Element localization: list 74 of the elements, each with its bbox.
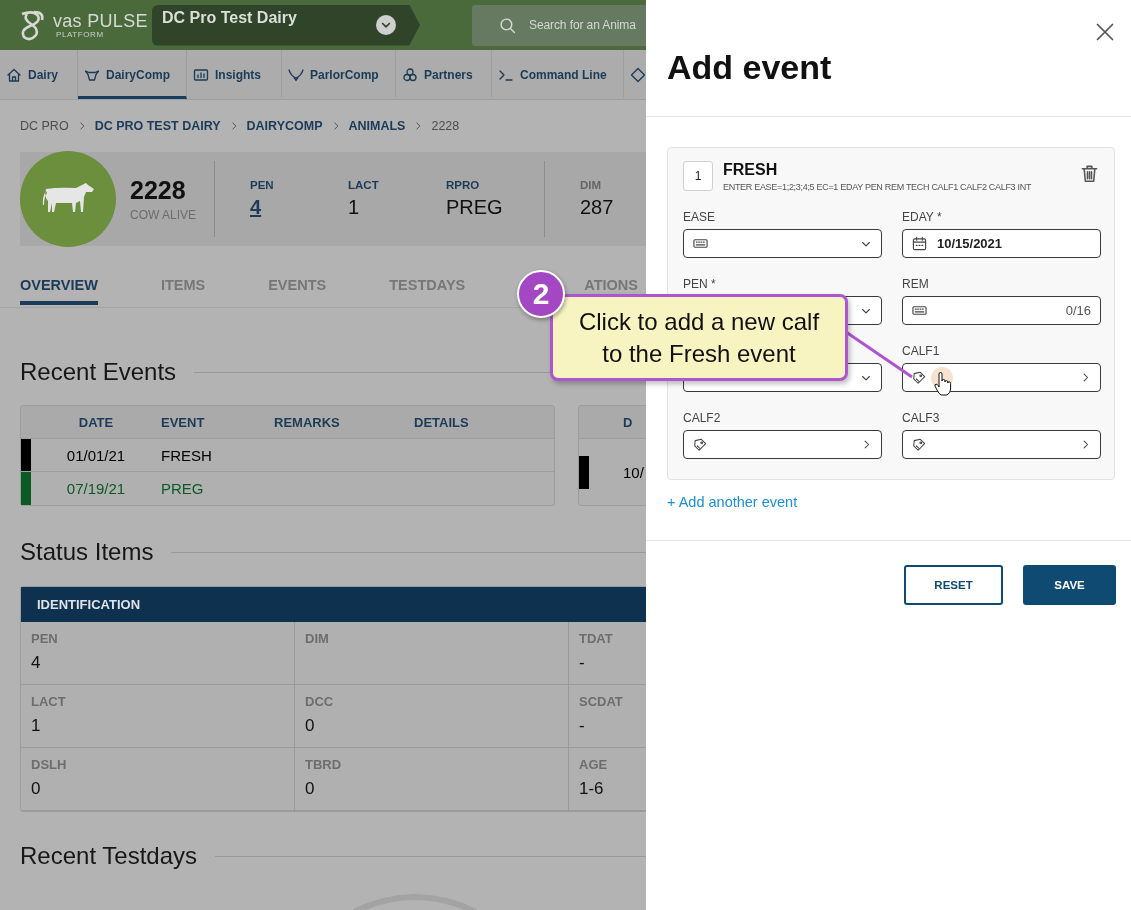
- animal-id: 2228: [130, 176, 187, 205]
- brand-tagline: PLATFORM: [55, 30, 105, 39]
- nav-tab[interactable]: Insights: [187, 50, 282, 99]
- item-value: 0: [31, 779, 42, 799]
- char-counter: 0/16: [1065, 303, 1091, 318]
- stat-label: RPRO: [446, 179, 481, 191]
- search-field[interactable]: Search for an Anima: [472, 4, 646, 46]
- stat-link[interactable]: 4: [250, 196, 343, 219]
- date-field[interactable]: 10/15/2021: [902, 229, 1101, 258]
- item-value: 1: [31, 716, 42, 736]
- column-header: DATE: [31, 406, 161, 439]
- table-cell: 10/: [623, 463, 644, 481]
- item-label: LACT: [31, 694, 67, 709]
- breadcrumb-item: 2228: [431, 119, 460, 133]
- section-title: Recent Testdays: [20, 842, 197, 870]
- nav-tab[interactable]: Partners: [396, 50, 492, 99]
- section-title: Recent Events: [20, 358, 177, 386]
- table-cell: 01/01/21: [66, 446, 126, 464]
- field-label: CALF2: [683, 411, 721, 425]
- table-cell: FRESH: [161, 446, 212, 464]
- event-number: 1: [683, 161, 713, 191]
- item-label: TDAT: [579, 631, 614, 646]
- reset-button[interactable]: RESET: [904, 565, 1003, 605]
- stat-label: LACT: [348, 179, 380, 191]
- brand-name: vas PULSE: [53, 11, 148, 30]
- field-label: EASE: [683, 210, 715, 224]
- nav-tab[interactable]: DairyComp: [78, 50, 187, 99]
- stat-value: 287: [580, 196, 615, 219]
- farm-selector[interactable]: DC Pro Test Dairy: [152, 4, 420, 46]
- table-cell: 07/19/21: [66, 480, 126, 497]
- field-label: REM: [902, 277, 929, 291]
- section-title: Status Items: [20, 538, 154, 566]
- item-label: DIM: [305, 631, 330, 646]
- stat-label: DIM: [580, 179, 603, 191]
- column-header: EVENT: [161, 406, 274, 439]
- nav-tab[interactable]: Dairy: [0, 50, 78, 99]
- breadcrumb-item[interactable]: DC PRO TEST DAIRY: [94, 119, 221, 133]
- page-tab[interactable]: OVERVIEW: [20, 278, 98, 305]
- breadcrumb-item[interactable]: DAIRYCOMP: [246, 119, 323, 133]
- nav-tab[interactable]: ParlorComp: [282, 50, 396, 99]
- item-label: AGE: [579, 757, 609, 772]
- item-value: 0: [305, 716, 316, 736]
- stat-value: PREG: [446, 196, 504, 219]
- breadcrumb-item[interactable]: ANIMALS: [348, 119, 406, 133]
- item-label: TBRD: [305, 757, 343, 772]
- item-label: PEN: [31, 631, 59, 646]
- item-value: -: [579, 653, 586, 673]
- stat-value: 1: [348, 196, 361, 219]
- event-syntax: ENTER EASE=1;2;3;4;5 EC=1 EDAY PEN REM TECH CALF1 CALF2 CALF3 INT: [723, 182, 1033, 192]
- breadcrumb-item: DC PRO: [20, 119, 69, 133]
- save-button[interactable]: SAVE: [1023, 565, 1116, 605]
- table-cell: PREG: [161, 480, 204, 497]
- item-label: DCC: [305, 694, 335, 709]
- item-value: 1-6: [579, 779, 605, 799]
- add-event-link[interactable]: + Add another event: [667, 494, 798, 510]
- item-value: 0: [305, 779, 316, 799]
- item-label: DSLH: [31, 757, 68, 772]
- stat-label: PEN: [250, 179, 275, 191]
- input-field[interactable]: 0/16: [902, 296, 1101, 325]
- item-label: SCDAT: [579, 694, 624, 709]
- drawer-title: Add event: [667, 48, 832, 87]
- event-name: FRESH: [723, 161, 779, 179]
- item-value: -: [579, 716, 586, 736]
- field-label: CALF1: [902, 344, 940, 358]
- animal-status: COW ALIVE: [130, 208, 194, 222]
- column-header: DETAILS: [414, 406, 554, 439]
- callout-text: Click to add a new calf to the Fresh event: [578, 307, 820, 369]
- field-label: CALF3: [902, 411, 940, 425]
- field-label: PEN *: [683, 277, 716, 291]
- group-header: IDENTIFICATION: [21, 587, 646, 622]
- nav-tab[interactable]: Command Line: [492, 50, 624, 99]
- item-value: 4: [31, 653, 42, 673]
- column-header: REMARKS: [274, 406, 414, 439]
- field-label: EDAY *: [902, 210, 942, 224]
